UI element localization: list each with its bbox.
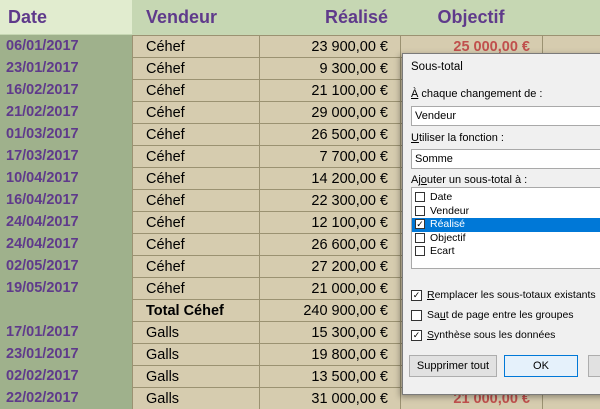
date-cell[interactable]: 10/04/2017 <box>0 167 132 189</box>
vendeur-cell[interactable]: Céhef <box>132 167 259 189</box>
field-label: Date <box>430 191 453 203</box>
vendeur-cell[interactable]: Céhef <box>132 101 259 123</box>
date-cell[interactable]: 17/03/2017 <box>0 145 132 167</box>
field-item[interactable]: ✓ Réalisé <box>412 218 600 232</box>
vendeur-cell[interactable]: Céhef <box>132 123 259 145</box>
vendeur-cell[interactable]: Céhef <box>132 35 259 57</box>
vendeur-cell[interactable]: Céhef <box>132 189 259 211</box>
ok-button[interactable]: OK <box>504 355 578 377</box>
date-cell[interactable]: 16/02/2017 <box>0 79 132 101</box>
remove-all-button[interactable]: Supprimer tout <box>409 355 497 377</box>
date-cell[interactable]: 23/01/2017 <box>0 57 132 79</box>
function-select[interactable]: Somme <box>411 149 600 169</box>
realise-cell[interactable]: 19 800,00 € <box>259 343 400 365</box>
option-checkbox[interactable]: ✓ <box>411 330 422 341</box>
date-cell[interactable]: 23/01/2017 <box>0 343 132 365</box>
field-item[interactable]: Date <box>412 191 600 205</box>
subtotal-fields-list[interactable]: Date Vendeur ✓ Réalisé Objectif Ecart <box>411 187 600 269</box>
header-realise[interactable]: Réalisé <box>259 0 400 34</box>
date-cell[interactable]: 19/05/2017 <box>0 277 132 299</box>
field-item[interactable]: Objectif <box>412 232 600 246</box>
field-checkbox[interactable] <box>415 232 425 243</box>
cancel-button[interactable] <box>588 355 600 377</box>
realise-cell[interactable]: 7 700,00 € <box>259 145 400 167</box>
option-3[interactable]: ✓ Synthèse sous les données <box>411 328 555 344</box>
function-label: Utiliser la fonction : <box>411 132 504 144</box>
vendeur-cell[interactable]: Galls <box>132 365 259 387</box>
vendeur-cell[interactable]: Céhef <box>132 255 259 277</box>
header-vendeur[interactable]: Vendeur <box>132 0 259 34</box>
field-label: Ecart <box>430 245 455 257</box>
vendeur-cell[interactable]: Céhef <box>132 145 259 167</box>
option-2[interactable]: Saut de page entre les groupes <box>411 308 574 324</box>
dialog-title: Sous-total <box>411 61 463 73</box>
field-item[interactable]: Ecart <box>412 245 600 259</box>
add-subtotal-label: Ajouter un sous-total à : <box>411 174 528 186</box>
vendeur-cell[interactable]: Céhef <box>132 211 259 233</box>
field-label: Réalisé <box>430 218 466 230</box>
date-cell[interactable] <box>0 299 132 321</box>
header-objectif[interactable]: Objectif <box>400 0 542 34</box>
realise-cell[interactable]: 29 000,00 € <box>259 101 400 123</box>
field-label: Vendeur <box>430 204 470 217</box>
option-checkbox[interactable] <box>411 310 422 321</box>
date-cell[interactable]: 02/02/2017 <box>0 365 132 387</box>
realise-cell[interactable]: 27 200,00 € <box>259 255 400 277</box>
option-1[interactable]: ✓ Remplacer les sous-totaux existants <box>411 288 596 304</box>
realise-cell[interactable]: 26 500,00 € <box>259 123 400 145</box>
field-item[interactable]: Vendeur <box>412 205 600 219</box>
date-cell[interactable]: 02/05/2017 <box>0 255 132 277</box>
option-checkbox[interactable]: ✓ <box>411 290 422 301</box>
field-label: Objectif <box>430 231 466 244</box>
field-checkbox[interactable] <box>415 246 425 256</box>
field-checkbox[interactable] <box>415 205 425 216</box>
realise-cell[interactable]: 22 300,00 € <box>259 189 400 211</box>
realise-cell[interactable]: 12 100,00 € <box>259 211 400 233</box>
date-cell[interactable]: 24/04/2017 <box>0 211 132 233</box>
date-cell[interactable]: 17/01/2017 <box>0 321 132 343</box>
realise-cell[interactable]: 14 200,00 € <box>259 167 400 189</box>
date-cell[interactable]: 22/02/2017 <box>0 387 132 409</box>
realise-cell[interactable]: 21 000,00 € <box>259 277 400 299</box>
field-checkbox[interactable] <box>415 192 425 202</box>
realise-cell[interactable]: 26 600,00 € <box>259 233 400 255</box>
subtotal-dialog: Sous-total À chaque changement de : Vend… <box>402 53 600 395</box>
change-field-select[interactable]: Vendeur <box>411 106 600 126</box>
realise-cell[interactable]: 23 900,00 € <box>259 35 400 57</box>
realise-cell[interactable]: 9 300,00 € <box>259 57 400 79</box>
vendeur-cell[interactable]: Galls <box>132 387 259 409</box>
realise-cell[interactable]: 31 000,00 € <box>259 387 400 409</box>
change-label: À chaque changement de : <box>411 88 543 100</box>
date-cell[interactable]: 16/04/2017 <box>0 189 132 211</box>
realise-cell[interactable]: 15 300,00 € <box>259 321 400 343</box>
vendeur-cell[interactable]: Céhef <box>132 57 259 79</box>
realise-cell[interactable]: 13 500,00 € <box>259 365 400 387</box>
vendeur-cell[interactable]: Total Céhef <box>132 299 259 321</box>
realise-cell[interactable]: 21 100,00 € <box>259 79 400 101</box>
date-cell[interactable]: 24/04/2017 <box>0 233 132 255</box>
vendeur-cell[interactable]: Galls <box>132 343 259 365</box>
header-date[interactable]: Date <box>0 0 132 34</box>
vendeur-cell[interactable]: Galls <box>132 321 259 343</box>
date-cell[interactable]: 21/02/2017 <box>0 101 132 123</box>
date-cell[interactable]: 06/01/2017 <box>0 35 132 57</box>
field-checkbox[interactable]: ✓ <box>415 219 425 229</box>
vendeur-cell[interactable]: Céhef <box>132 79 259 101</box>
vendeur-cell[interactable]: Céhef <box>132 233 259 255</box>
realise-cell[interactable]: 240 900,00 € <box>259 299 400 321</box>
vendeur-cell[interactable]: Céhef <box>132 277 259 299</box>
date-cell[interactable]: 01/03/2017 <box>0 123 132 145</box>
header-ecart[interactable] <box>542 0 600 34</box>
